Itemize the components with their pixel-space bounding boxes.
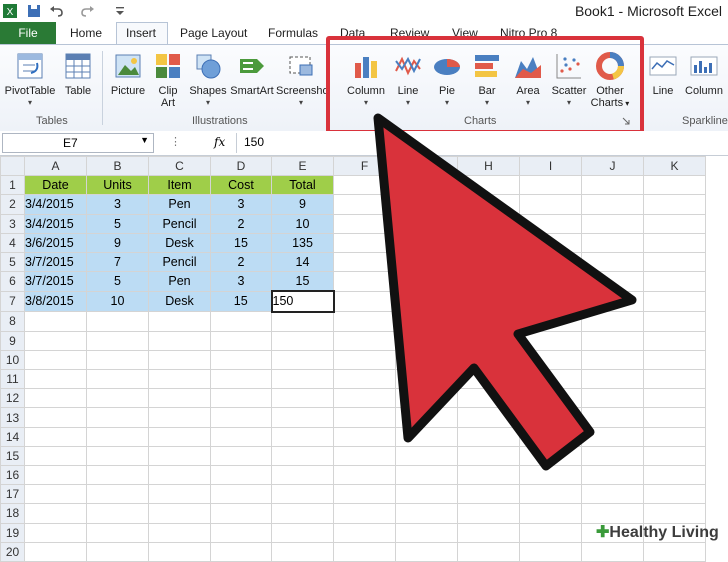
plus-icon: ✚ <box>596 524 610 541</box>
red-arrow-overlay <box>373 113 637 471</box>
watermark: ✚Healthy Living <box>596 522 719 542</box>
red-arrow-icon <box>373 113 637 471</box>
watermark-text: Healthy Living <box>609 524 719 541</box>
